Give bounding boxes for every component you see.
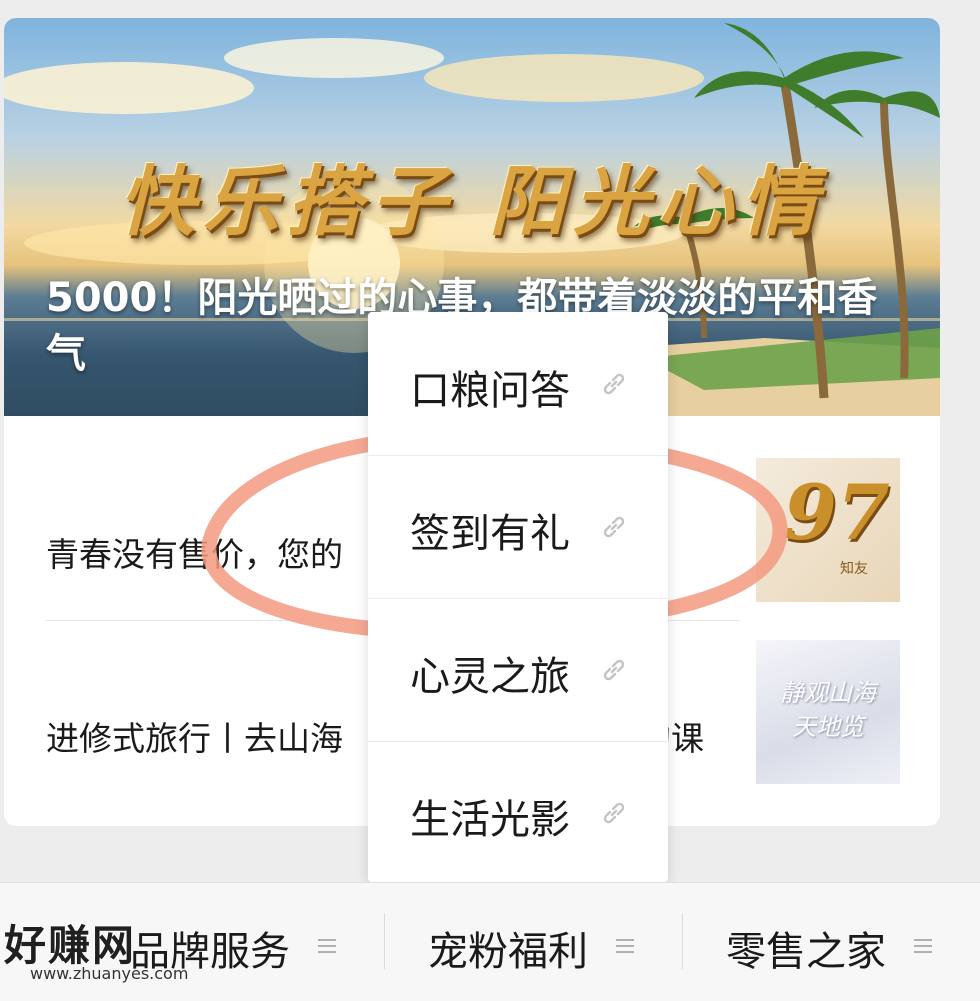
tab-divider <box>384 913 385 969</box>
tab-divider <box>682 913 683 969</box>
article-title: 进修式旅行丨去山海 <box>46 719 343 758</box>
menu-item-label: 生活光影 <box>410 797 570 843</box>
menu-item-label: 口粮问答 <box>410 368 570 414</box>
menu-list-icon <box>616 939 634 953</box>
link-icon <box>603 373 625 395</box>
tab-fan-benefits[interactable]: 宠粉福利 <box>428 913 638 975</box>
menu-item-life-light[interactable]: 生活光影 <box>368 741 668 884</box>
submenu-popup: 口粮问答 签到有礼 心灵之旅 生活光影 <box>368 312 668 882</box>
menu-list-icon <box>318 939 336 953</box>
tab-label: 宠粉福利 <box>428 929 588 975</box>
article-title: 青春没有售价，您的 <box>46 535 343 574</box>
menu-item-label: 签到有礼 <box>410 511 570 557</box>
tab-label: 零售之家 <box>726 929 886 975</box>
menu-list-icon <box>914 939 932 953</box>
thumbnail-caption: 知友 <box>840 561 868 577</box>
watermark-logo: 好赚网 www.zhuanyes.com <box>0 912 200 998</box>
tab-retail-home[interactable]: 零售之家 <box>726 913 936 975</box>
article-thumbnail: 静观山海 天地览 <box>756 640 900 784</box>
link-icon <box>603 802 625 824</box>
menu-item-koulang-qa[interactable]: 口粮问答 <box>368 312 668 456</box>
thumbnail-caption: 静观山海 天地览 <box>780 679 876 741</box>
article-thumbnail: 97 知友 <box>756 458 900 602</box>
menu-item-label: 心灵之旅 <box>410 654 570 700</box>
menu-item-soul-journey[interactable]: 心灵之旅 <box>368 598 668 742</box>
banner-headline: 快乐搭子 阳光心情 <box>118 157 826 246</box>
thumbnail-number: 97 <box>784 468 890 557</box>
watermark-url: www.zhuanyes.com <box>30 964 189 983</box>
link-icon <box>603 516 625 538</box>
link-icon <box>603 659 625 681</box>
menu-item-checkin-gift[interactable]: 签到有礼 <box>368 455 668 599</box>
